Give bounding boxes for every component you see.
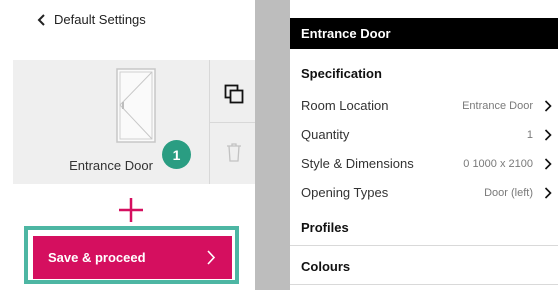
product-card-label: Entrance Door xyxy=(69,158,153,173)
details-panel: Entrance Door Specification Room Locatio… xyxy=(290,0,558,290)
row-label: Quantity xyxy=(301,127,350,142)
details-header: Entrance Door xyxy=(290,18,558,49)
section-colours[interactable]: Colours xyxy=(290,249,558,285)
back-link[interactable]: Default Settings xyxy=(36,12,146,27)
product-card-main[interactable]: 1 Entrance Door xyxy=(13,60,209,184)
product-card: 1 Entrance Door xyxy=(13,60,257,184)
chevron-right-icon xyxy=(544,158,552,170)
trash-icon[interactable] xyxy=(226,142,242,162)
row-room-location[interactable]: Room Location Entrance Door xyxy=(290,91,558,120)
card-actions-divider xyxy=(210,122,257,123)
row-value: 1 xyxy=(526,128,533,141)
save-and-proceed-button[interactable]: Save & proceed xyxy=(33,236,232,279)
row-value: Door (left) xyxy=(484,186,533,199)
row-label: Style & Dimensions xyxy=(301,156,414,171)
row-style-dimensions[interactable]: Style & Dimensions 0 1000 x 2100 xyxy=(290,149,558,178)
chevron-right-icon xyxy=(544,100,552,112)
chevron-right-icon xyxy=(207,250,216,265)
card-actions xyxy=(209,60,257,184)
chevron-right-icon xyxy=(544,187,552,199)
copy-icon[interactable] xyxy=(224,84,244,104)
save-and-proceed-label: Save & proceed xyxy=(48,250,146,265)
back-link-label: Default Settings xyxy=(54,12,146,27)
row-quantity[interactable]: Quantity 1 xyxy=(290,120,558,149)
row-opening-types[interactable]: Opening Types Door (left) xyxy=(290,178,558,207)
section-profiles[interactable]: Profiles xyxy=(290,210,558,246)
divider-gap xyxy=(255,0,290,290)
section-specification[interactable]: Specification xyxy=(290,55,558,91)
row-label: Room Location xyxy=(301,98,389,113)
chevron-right-icon xyxy=(544,129,552,141)
left-panel: Default Settings 1 Entrance Door Save & … xyxy=(0,0,257,290)
row-label: Opening Types xyxy=(301,185,389,200)
row-value: Entrance Door xyxy=(462,99,533,112)
door-icon xyxy=(116,68,156,143)
chevron-left-icon xyxy=(37,13,45,26)
row-value: 0 1000 x 2100 xyxy=(463,157,533,170)
plus-icon[interactable] xyxy=(117,196,145,224)
